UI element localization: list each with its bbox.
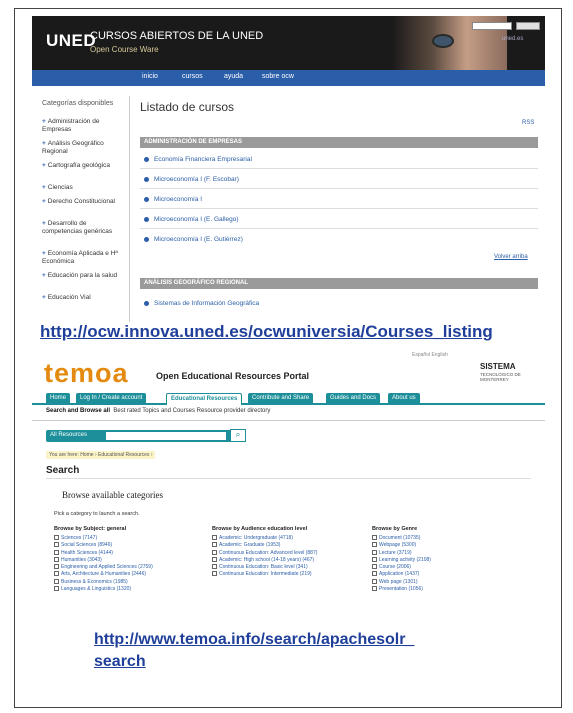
category-checkbox[interactable]: Lecture (3719) bbox=[372, 549, 522, 557]
uned-nav: inicio cursos ayuda sobre ocw bbox=[32, 70, 545, 86]
uned-course-link[interactable]: Microeconomía I (F. Escobar) bbox=[144, 176, 239, 183]
category-checkbox[interactable]: Course (2006) bbox=[372, 564, 522, 571]
sistema-logo: SISTEMA bbox=[480, 362, 516, 371]
column-heading: Browse by Genre bbox=[372, 526, 418, 532]
column-heading: Browse by Audience education level bbox=[212, 526, 308, 532]
search-icon[interactable]: ⌕ bbox=[230, 429, 246, 442]
uned-sidebar-title: Categorías disponibles bbox=[42, 100, 114, 107]
uned-nav-ayuda[interactable]: ayuda bbox=[224, 73, 243, 80]
sistema-logo-subtitle: TECNOLÓGICO DE MONTERREY bbox=[480, 372, 521, 382]
caption-url-uned[interactable]: http://ocw.innova.uned.es/ocwuniversia/C… bbox=[40, 322, 493, 342]
temoa-search-input[interactable] bbox=[106, 432, 226, 440]
tab-guides[interactable]: Guides and Docs bbox=[326, 393, 381, 405]
uned-screenshot: UNED CURSOS ABIERTOS DE LA UNED Open Cou… bbox=[32, 16, 545, 336]
temoa-language-links[interactable]: Español English bbox=[412, 352, 448, 358]
tab-login[interactable]: Log In / Create account bbox=[76, 393, 147, 405]
uned-nav-inicio[interactable]: inicio bbox=[142, 73, 158, 80]
uned-sidebar-item[interactable]: + Análisis Geográfico Regional bbox=[42, 140, 128, 156]
tab-about[interactable]: About us bbox=[388, 393, 420, 405]
uned-sidebar-item[interactable]: + Derecho Constitucional bbox=[42, 198, 128, 206]
category-checkbox[interactable]: Sciences (7147) bbox=[54, 535, 204, 542]
category-checkbox[interactable]: Health Sciences (4144) bbox=[54, 549, 204, 557]
uned-course-link[interactable]: Sistemas de Información Geográfica bbox=[144, 300, 259, 307]
divider bbox=[140, 168, 538, 169]
eye-icon bbox=[434, 36, 452, 46]
uned-sidebar-item[interactable]: + Educación Vial bbox=[42, 294, 128, 302]
divider bbox=[46, 478, 531, 479]
uned-course-link[interactable]: Microeconomía I (E. Gallego) bbox=[144, 216, 239, 223]
temoa-subnav[interactable]: Search and Browse all Best rated Topics … bbox=[46, 408, 270, 414]
divider bbox=[140, 228, 538, 229]
uned-sidebar-item[interactable]: + Cartografía geológica bbox=[42, 162, 128, 170]
column-heading: Browse by Subject: general bbox=[54, 526, 127, 532]
temoa-logo[interactable]: temoa bbox=[44, 358, 129, 389]
uned-course-link[interactable]: Microeconomía I bbox=[144, 196, 202, 203]
category-checkbox[interactable]: Academic: High school (14-18 years) (467… bbox=[212, 556, 362, 564]
temoa-tabs: Home Log In / Create account Educational… bbox=[32, 392, 545, 405]
uned-sidebar-item[interactable]: + Administración de Empresas bbox=[42, 118, 128, 134]
category-checkbox[interactable]: Business & Economics (1985) bbox=[54, 578, 204, 586]
temoa-search-scope[interactable]: All Resources bbox=[50, 432, 87, 438]
category-checkbox[interactable]: Application (1437) bbox=[372, 571, 522, 578]
uned-logo[interactable]: UNED bbox=[46, 31, 96, 51]
category-checkbox[interactable]: Academic: Graduate (1953) bbox=[212, 542, 362, 549]
rss-icon[interactable]: RSS bbox=[522, 120, 534, 126]
uned-search-input[interactable] bbox=[472, 22, 512, 30]
divider bbox=[140, 188, 538, 189]
category-checkbox[interactable]: Web page (1301) bbox=[372, 578, 522, 586]
category-checkbox[interactable]: Continuous Education: Advanced level (88… bbox=[212, 549, 362, 557]
category-checkbox[interactable]: Humanities (3043) bbox=[54, 556, 204, 564]
category-checkbox[interactable]: Webpage (5300) bbox=[372, 542, 522, 549]
category-checkbox[interactable]: Engineering and Applied Sciences (2759) bbox=[54, 564, 204, 571]
category-checkbox[interactable]: Arts, Architecture & Humanities (2446) bbox=[54, 571, 204, 578]
category-checkbox[interactable]: Academic: Undergraduate (4718) bbox=[212, 535, 362, 542]
category-checkbox[interactable]: Languages & Linguistics (1320) bbox=[54, 586, 204, 593]
uned-sidebar-item[interactable]: + Economía Aplicada e Hª Económica bbox=[42, 250, 128, 266]
uned-section-header: ADMINISTRACIÓN DE EMPRESAS bbox=[140, 137, 538, 148]
tab-contribute[interactable]: Contribute and Share bbox=[248, 393, 314, 405]
category-checkbox[interactable]: Continuous Education: Intermediate (219) bbox=[212, 571, 362, 578]
uned-site-subtitle: Open Course Ware bbox=[90, 45, 159, 54]
uned-sidebar-item[interactable]: + Desarrollo de competencias genéricas bbox=[42, 220, 128, 236]
uned-header-link[interactable]: uned.es bbox=[502, 36, 523, 42]
uned-search-button[interactable] bbox=[516, 22, 540, 30]
uned-sidebar: Categorías disponibles + Administración d… bbox=[38, 96, 130, 336]
uned-section-header: ANÁLISIS GEOGRÁFICO REGIONAL bbox=[140, 278, 538, 289]
breadcrumb: You are here: Home › Educational Resourc… bbox=[46, 451, 156, 459]
page-title: Search bbox=[46, 465, 80, 476]
category-checkbox[interactable]: Continuous Education: Basic level (341) bbox=[212, 564, 362, 571]
browse-by-subject-column: Browse by Subject: general Sciences (714… bbox=[54, 526, 204, 593]
uned-page-title: Listado de cursos bbox=[140, 100, 235, 114]
temoa-tagline: Open Educational Resources Portal bbox=[156, 371, 310, 381]
uned-nav-sobre[interactable]: sobre ocw bbox=[262, 73, 294, 80]
category-checkbox[interactable]: Document (10735) bbox=[372, 535, 522, 542]
category-checkbox[interactable]: Social Sciences (8946) bbox=[54, 542, 204, 549]
temoa-screenshot: Español English temoa Open Educational R… bbox=[32, 350, 545, 620]
category-checkbox[interactable]: Presentation (1056) bbox=[372, 586, 522, 593]
browse-by-genre-column: Browse by Genre Document (10735) Webpage… bbox=[372, 526, 522, 593]
temoa-search-bar: All Resources bbox=[46, 430, 244, 442]
caption-url-temoa-line2[interactable]: search bbox=[94, 653, 146, 671]
tab-home[interactable]: Home bbox=[46, 393, 71, 405]
browse-by-audience-column: Browse by Audience education level Acade… bbox=[212, 526, 362, 579]
divider bbox=[32, 420, 545, 421]
uned-sidebar-item[interactable]: + Educación para la salud bbox=[42, 272, 128, 280]
uned-course-link[interactable]: Economía Financiera Empresarial bbox=[144, 156, 252, 163]
uned-back-to-top-link[interactable]: Volver arriba bbox=[494, 254, 528, 260]
uned-nav-cursos[interactable]: cursos bbox=[182, 73, 203, 80]
uned-sidebar-item[interactable]: + Ciencias bbox=[42, 184, 128, 192]
category-checkbox[interactable]: Learning activity (2108) bbox=[372, 556, 522, 564]
uned-course-link[interactable]: Microeconomía I (E. Gutiérrez) bbox=[144, 236, 243, 243]
uned-site-title: CURSOS ABIERTOS DE LA UNED bbox=[90, 30, 264, 42]
divider bbox=[140, 208, 538, 209]
tab-educational-resources[interactable]: Educational Resources bbox=[166, 393, 243, 405]
browse-categories-title: Browse available categories bbox=[62, 490, 163, 500]
caption-url-temoa-line1[interactable]: http://www.temoa.info/search/apachesolr_ bbox=[94, 631, 414, 649]
browse-instructions: Pick a category to launch a search. bbox=[54, 511, 140, 517]
